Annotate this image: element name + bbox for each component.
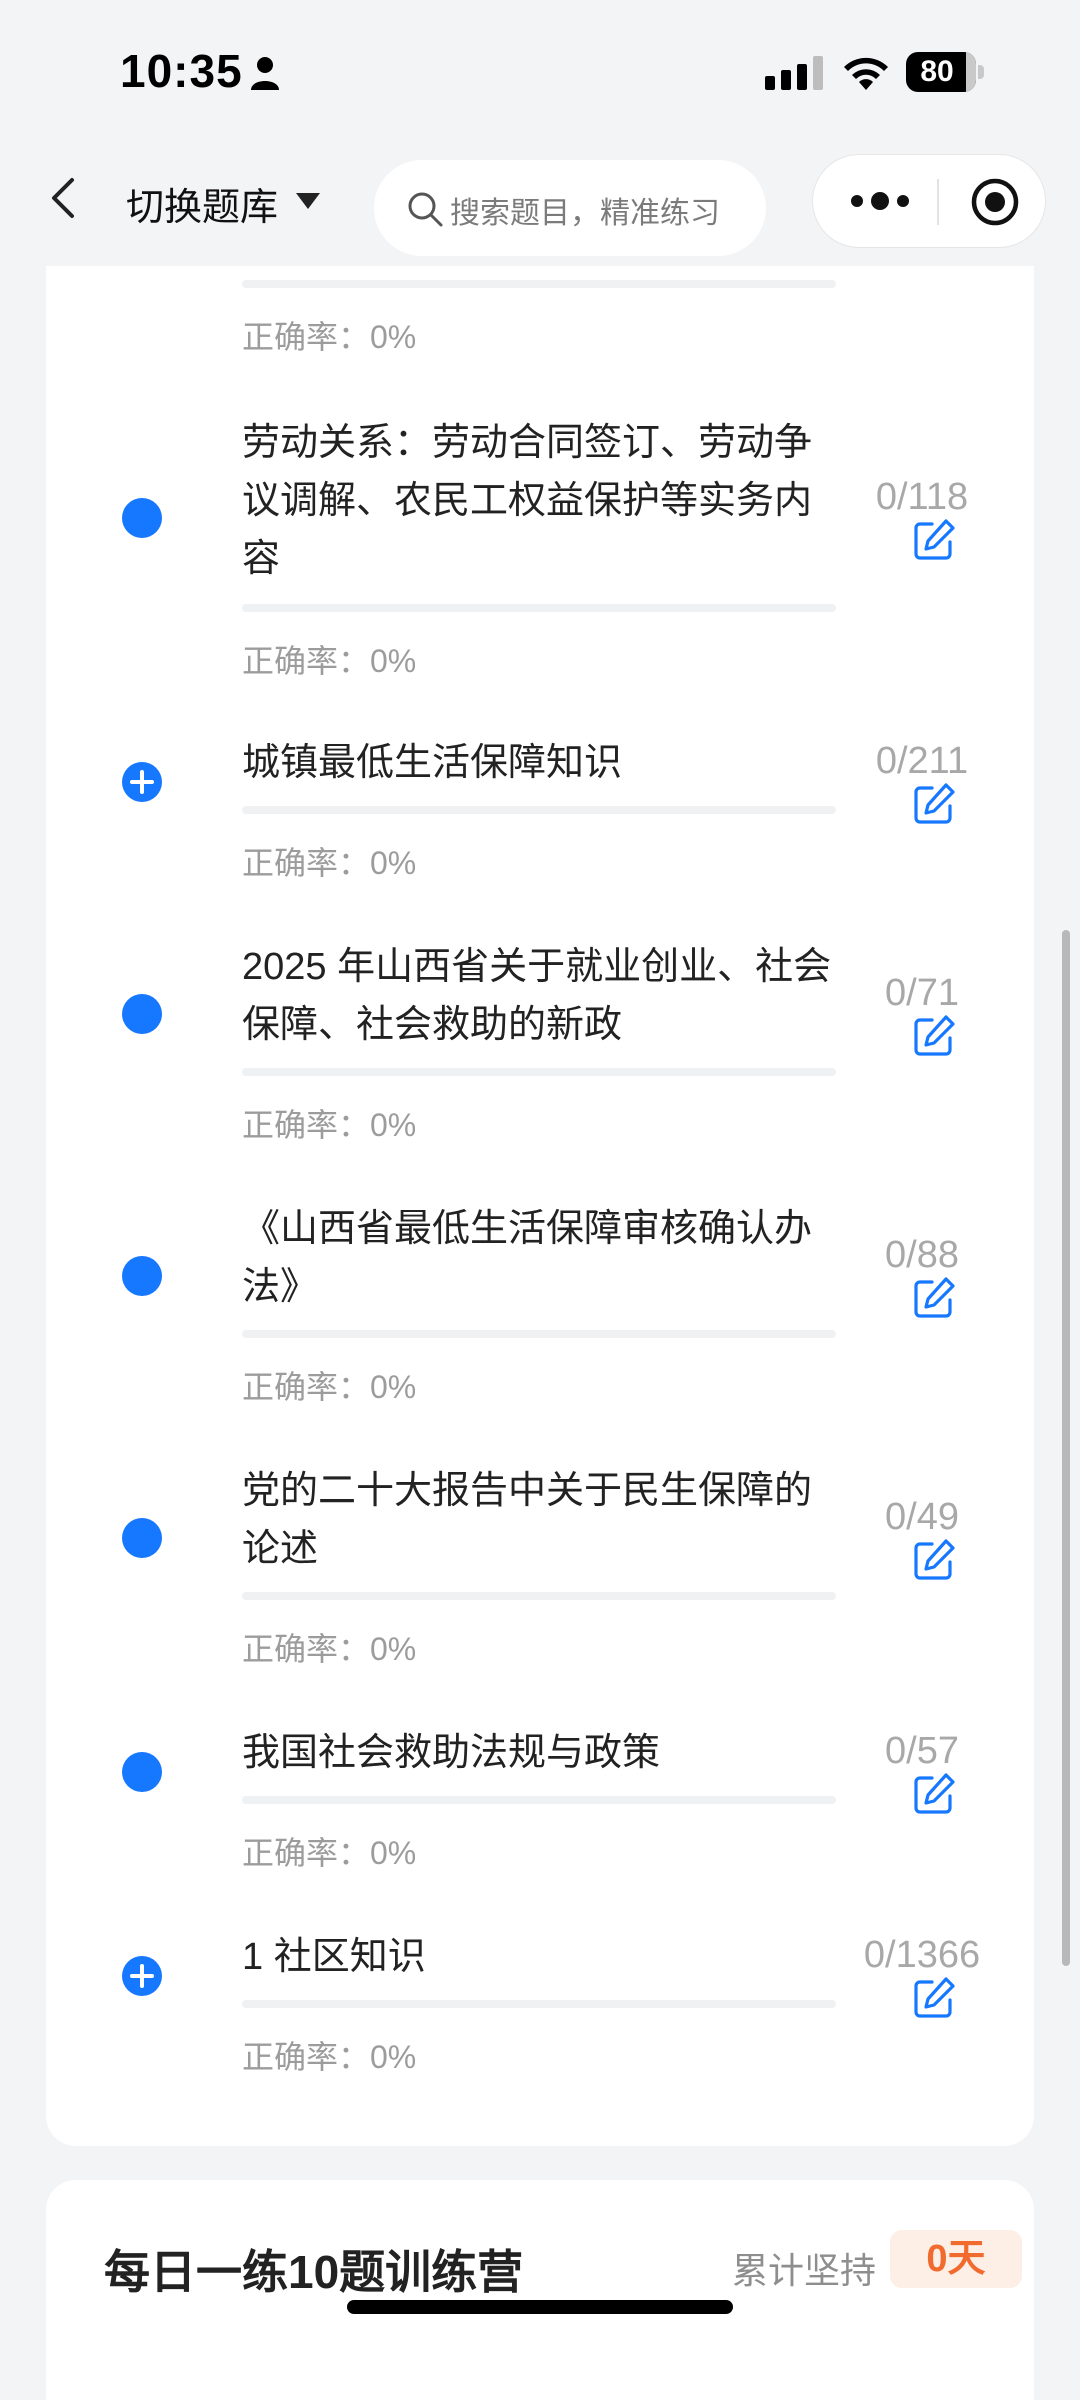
cellular-signal-icon bbox=[765, 56, 823, 90]
dot-icon bbox=[122, 1752, 162, 1792]
accuracy-label: 正确率：0% bbox=[242, 2039, 417, 2075]
question-count: 0/57 bbox=[885, 1730, 959, 1772]
battery-level: 80 bbox=[920, 55, 954, 88]
chapter-title: 党的二十大报告中关于民生保障的论述 bbox=[242, 1470, 813, 1570]
training-camp-card[interactable]: 每日一练10题训练营 累计坚持 0天 bbox=[46, 2180, 1034, 2400]
streak-label: 累计坚持 bbox=[732, 2250, 877, 2291]
question-count: 0/1366 bbox=[863, 1934, 981, 1976]
accuracy-label: 正确率：0% bbox=[242, 319, 417, 355]
scrollbar[interactable] bbox=[1062, 930, 1070, 1966]
chapter-title: 城镇最低生活保障知识 bbox=[242, 742, 623, 784]
status-time: 10:35 bbox=[120, 45, 243, 97]
accuracy-label: 正确率：0% bbox=[242, 1835, 417, 1871]
miniprogram-capsule bbox=[812, 154, 1046, 248]
accuracy-label: 正确率：0% bbox=[242, 643, 417, 679]
edit-icon[interactable] bbox=[912, 1014, 956, 1058]
training-camp-title: 每日一练10题训练营 bbox=[104, 2246, 524, 2298]
dot-icon bbox=[122, 994, 162, 1034]
progress-track bbox=[242, 806, 836, 814]
progress-track bbox=[242, 604, 836, 612]
question-count: 0/71 bbox=[885, 972, 959, 1014]
expand-plus-icon[interactable] bbox=[122, 1956, 162, 1996]
chapter-title: 1 社区知识 bbox=[242, 1936, 426, 1978]
battery-icon: 80 bbox=[906, 52, 984, 92]
edit-icon[interactable] bbox=[912, 1976, 956, 2020]
caret-down-icon[interactable] bbox=[294, 190, 322, 212]
chapter-title: 2025 年山西省关于就业创业、社会保障、社会救助的新政 bbox=[242, 946, 832, 1046]
chapter-title: 我国社会救助法规与政策 bbox=[242, 1732, 661, 1774]
progress-track bbox=[242, 1330, 836, 1338]
edit-icon[interactable] bbox=[912, 782, 956, 826]
switch-bank-title[interactable]: 切换题库 bbox=[126, 176, 278, 231]
streak-value: 0天 bbox=[926, 2238, 986, 2280]
progress-track bbox=[242, 1796, 836, 1804]
chapter-title: 劳动关系：劳动合同签订、劳动争议调解、农民工权益保护等实务内容 bbox=[242, 422, 813, 580]
progress-track bbox=[242, 1068, 836, 1076]
more-icon[interactable] bbox=[849, 185, 911, 217]
dot-icon bbox=[122, 498, 162, 538]
home-indicator bbox=[347, 2300, 733, 2314]
status-bar: 10:35 80 bbox=[0, 0, 1080, 140]
progress-track bbox=[242, 1592, 836, 1600]
capsule-divider bbox=[937, 179, 939, 225]
question-count: 0/49 bbox=[885, 1496, 959, 1538]
chapter-list-card: 正确率：0% 劳动关系：劳动合同签订、劳动争议调解、农民工权益保护等实务内容 正… bbox=[46, 266, 1034, 2146]
search-icon bbox=[408, 192, 443, 227]
edit-icon[interactable] bbox=[912, 518, 956, 562]
streak-badge: 0天 bbox=[890, 2230, 1022, 2288]
search-placeholder: 搜索题目，精准练习 bbox=[450, 197, 720, 230]
chapter-title: 《山西省最低生活保障审核确认办法》 bbox=[242, 1208, 813, 1308]
person-icon bbox=[251, 57, 279, 90]
dot-icon bbox=[122, 1256, 162, 1296]
close-record-icon[interactable] bbox=[970, 177, 1020, 227]
accuracy-label: 正确率：0% bbox=[242, 1631, 417, 1667]
expand-plus-icon[interactable] bbox=[122, 762, 162, 802]
question-count: 0/118 bbox=[875, 476, 969, 518]
back-chevron-icon[interactable] bbox=[38, 170, 88, 226]
edit-icon[interactable] bbox=[912, 1276, 956, 1320]
progress-track bbox=[242, 280, 836, 288]
question-count: 0/88 bbox=[885, 1234, 959, 1276]
accuracy-label: 正确率：0% bbox=[242, 1369, 417, 1405]
question-count: 0/211 bbox=[875, 740, 969, 782]
nav-bar: 切换题库 搜索题目，精准练习 bbox=[0, 140, 1080, 266]
edit-icon[interactable] bbox=[912, 1538, 956, 1582]
accuracy-label: 正确率：0% bbox=[242, 1107, 417, 1143]
dot-icon bbox=[122, 1518, 162, 1558]
edit-icon[interactable] bbox=[912, 1772, 956, 1816]
wifi-icon bbox=[844, 57, 888, 90]
progress-track bbox=[242, 2000, 836, 2008]
search-input[interactable]: 搜索题目，精准练习 bbox=[374, 160, 766, 256]
accuracy-label: 正确率：0% bbox=[242, 845, 417, 881]
